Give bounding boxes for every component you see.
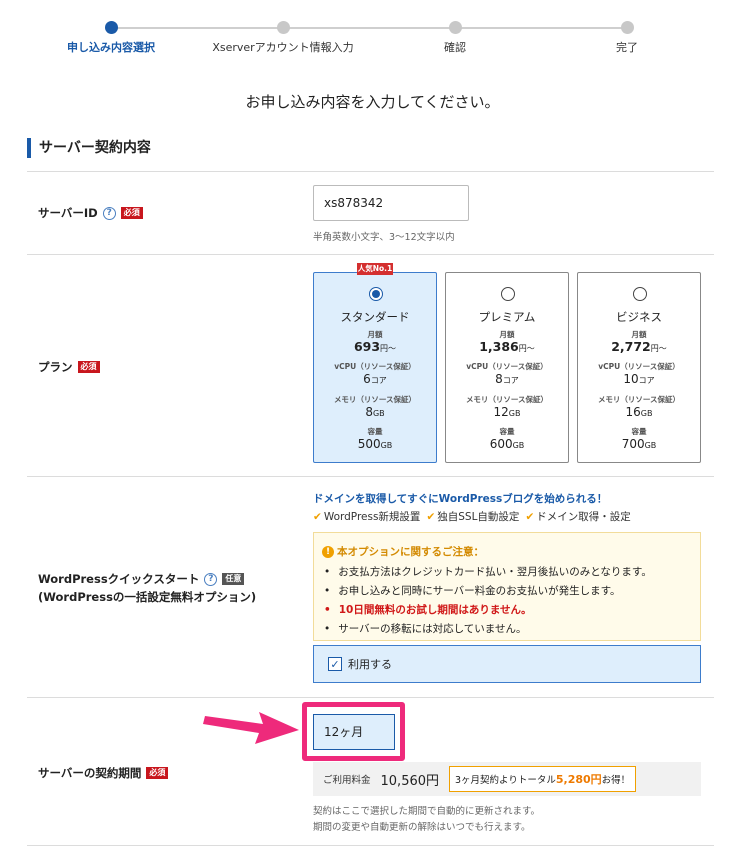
help-icon[interactable]: ? xyxy=(102,206,116,220)
plan-name: プレミアム xyxy=(478,310,536,324)
plan-mem-label: メモリ（リソース保証） xyxy=(465,395,549,404)
plan-label-row: プラン 必須 xyxy=(38,359,100,375)
divider xyxy=(27,845,714,846)
notice-list: お支払方法はクレジットカード払い・翌月後払いのみとなります。 お申し込みと同時に… xyxy=(324,563,652,639)
server-id-label: サーバーID xyxy=(38,206,98,220)
server-id-input[interactable] xyxy=(313,185,469,221)
price-summary: ご利用料金 10,560円 3ヶ月契約よりトータル5,280円お得！ xyxy=(313,762,701,796)
plan-price: 1,386円〜 xyxy=(479,339,535,354)
required-badge: 必須 xyxy=(77,361,100,373)
popular-ribbon: 人気No.1 xyxy=(357,263,393,275)
wp-use-checkbox[interactable]: ✓ xyxy=(328,657,342,671)
contract-note-2: 期間の変更や自動更新の解除はいつでも行えます。 xyxy=(313,822,531,833)
highlight-annotation xyxy=(302,702,405,761)
wp-quick-label-row: WordPressクイックスタート ? 任意 xyxy=(38,571,245,587)
contract-label-row: サーバーの契約期間 必須 xyxy=(38,765,169,781)
divider xyxy=(27,254,714,255)
step-dot-3 xyxy=(449,21,462,34)
plan-card-business[interactable]: ビジネス 月額 2,772円〜 vCPU（リソース保証） 10コア メモリ（リソ… xyxy=(577,272,701,463)
section-title: サーバー契約内容 xyxy=(27,138,151,158)
plan-name: ビジネス xyxy=(616,310,662,324)
savings-badge: 3ヶ月契約よりトータル5,280円お得！ xyxy=(449,766,637,792)
pointer-arrow-icon xyxy=(203,712,299,744)
step-dot-1 xyxy=(105,21,118,34)
wp-notice-box: ! 本オプションに関するご注意： お支払方法はクレジットカード払い・翌月後払いの… xyxy=(313,532,701,641)
required-badge: 必須 xyxy=(120,207,143,219)
price-value: 10,560円 xyxy=(380,773,440,789)
plan-radio-premium[interactable] xyxy=(501,287,515,301)
notice-item-warning: 10日間無料のお試し期間はありません。 xyxy=(324,601,652,620)
plan-cpu-label: vCPU（リソース保証） xyxy=(466,362,548,371)
required-badge: 必須 xyxy=(146,767,169,779)
wp-use-label: 利用する xyxy=(348,658,392,671)
check-icon: ✔ xyxy=(525,511,535,523)
plan-storage: 500GB xyxy=(357,437,393,451)
wp-promo-text: ドメインを取得してすぐにWordPressブログを始められる！ xyxy=(313,493,608,505)
contract-note-1: 契約はここで選択した期間で自動的に更新されます。 xyxy=(313,806,541,817)
price-label: ご利用料金 xyxy=(323,775,371,786)
plan-storage-label: 容量 xyxy=(631,427,647,436)
divider xyxy=(27,171,714,172)
step-label-4: 完了 xyxy=(616,41,638,54)
plan-storage-label: 容量 xyxy=(367,427,383,436)
plan-mem-label: メモリ（リソース保証） xyxy=(333,395,417,404)
plan-name: スタンダード xyxy=(340,310,410,324)
plan-radio-business[interactable] xyxy=(633,287,647,301)
plan-storage-label: 容量 xyxy=(499,427,515,436)
check-icon: ✔ xyxy=(426,511,436,523)
plan-card-standard[interactable]: スタンダード 月額 693円〜 vCPU（リソース保証） 6コア メモリ（リソー… xyxy=(313,272,437,463)
step-label-3: 確認 xyxy=(444,41,466,54)
wp-feature-item: ✔ ドメイン取得・設定 xyxy=(525,511,631,523)
page-heading: お申し込み内容を入力してください。 xyxy=(245,93,500,111)
server-id-label-row: サーバーID ? 必須 xyxy=(38,205,143,221)
notice-title: ! 本オプションに関するご注意： xyxy=(322,544,484,559)
progress-stepper: 申し込み内容選択 Xserverアカウント情報入力 確認 完了 xyxy=(0,0,745,60)
plan-price: 2,772円〜 xyxy=(611,339,667,354)
check-icon: ✔ xyxy=(313,511,322,523)
plan-cpu: 6コア xyxy=(363,372,387,386)
plan-mem: 16GB xyxy=(625,405,653,419)
plan-cpu: 8コア xyxy=(495,372,519,386)
warning-icon: ! xyxy=(322,545,334,558)
plan-label: プラン xyxy=(38,360,73,374)
plan-mem-label: メモリ（リソース保証） xyxy=(597,395,681,404)
wp-quick-sublabel: (WordPressの一括設定無料オプション) xyxy=(38,590,257,604)
divider xyxy=(27,476,714,477)
divider xyxy=(27,697,714,698)
plan-mem: 8GB xyxy=(365,405,385,419)
notice-item: お申し込みと同時にサーバー料金のお支払いが発生します。 xyxy=(324,582,652,601)
stepper-line xyxy=(112,27,628,29)
step-dot-2 xyxy=(277,21,290,34)
plan-cpu: 10コア xyxy=(623,372,655,386)
notice-item: お支払方法はクレジットカード払い・翌月後払いのみとなります。 xyxy=(324,563,652,582)
notice-item: サーバーの移転には対応していません。 xyxy=(324,620,652,639)
optional-badge: 任意 xyxy=(222,573,245,585)
wp-quick-label: WordPressクイックスタート xyxy=(38,572,200,586)
plan-storage: 600GB xyxy=(489,437,525,451)
step-dot-4 xyxy=(621,21,634,34)
server-id-hint: 半角英数小文字、3〜12文字以内 xyxy=(313,232,455,243)
plan-cpu-label: vCPU（リソース保証） xyxy=(334,362,416,371)
plan-radio-standard[interactable] xyxy=(369,287,383,301)
plan-storage: 700GB xyxy=(621,437,657,451)
contract-label: サーバーの契約期間 xyxy=(38,766,142,780)
help-icon[interactable]: ? xyxy=(204,572,218,586)
wp-feature-list: ✔ WordPress新規設置 ✔ 独自SSL自動設定 ✔ ドメイン取得・設定 xyxy=(313,509,631,524)
wp-feature-item: ✔ 独自SSL自動設定 xyxy=(426,511,520,523)
step-label-2: Xserverアカウント情報入力 xyxy=(212,41,354,54)
plan-mem: 12GB xyxy=(493,405,521,419)
plan-price: 693円〜 xyxy=(353,339,397,354)
step-label-1: 申し込み内容選択 xyxy=(67,41,155,54)
plan-cpu-label: vCPU（リソース保証） xyxy=(598,362,680,371)
plan-card-premium[interactable]: プレミアム 月額 1,386円〜 vCPU（リソース保証） 8コア メモリ（リソ… xyxy=(445,272,569,463)
wp-use-checkbox-row[interactable]: ✓ 利用する xyxy=(313,645,701,683)
wp-feature-item: ✔ WordPress新規設置 xyxy=(313,511,421,523)
